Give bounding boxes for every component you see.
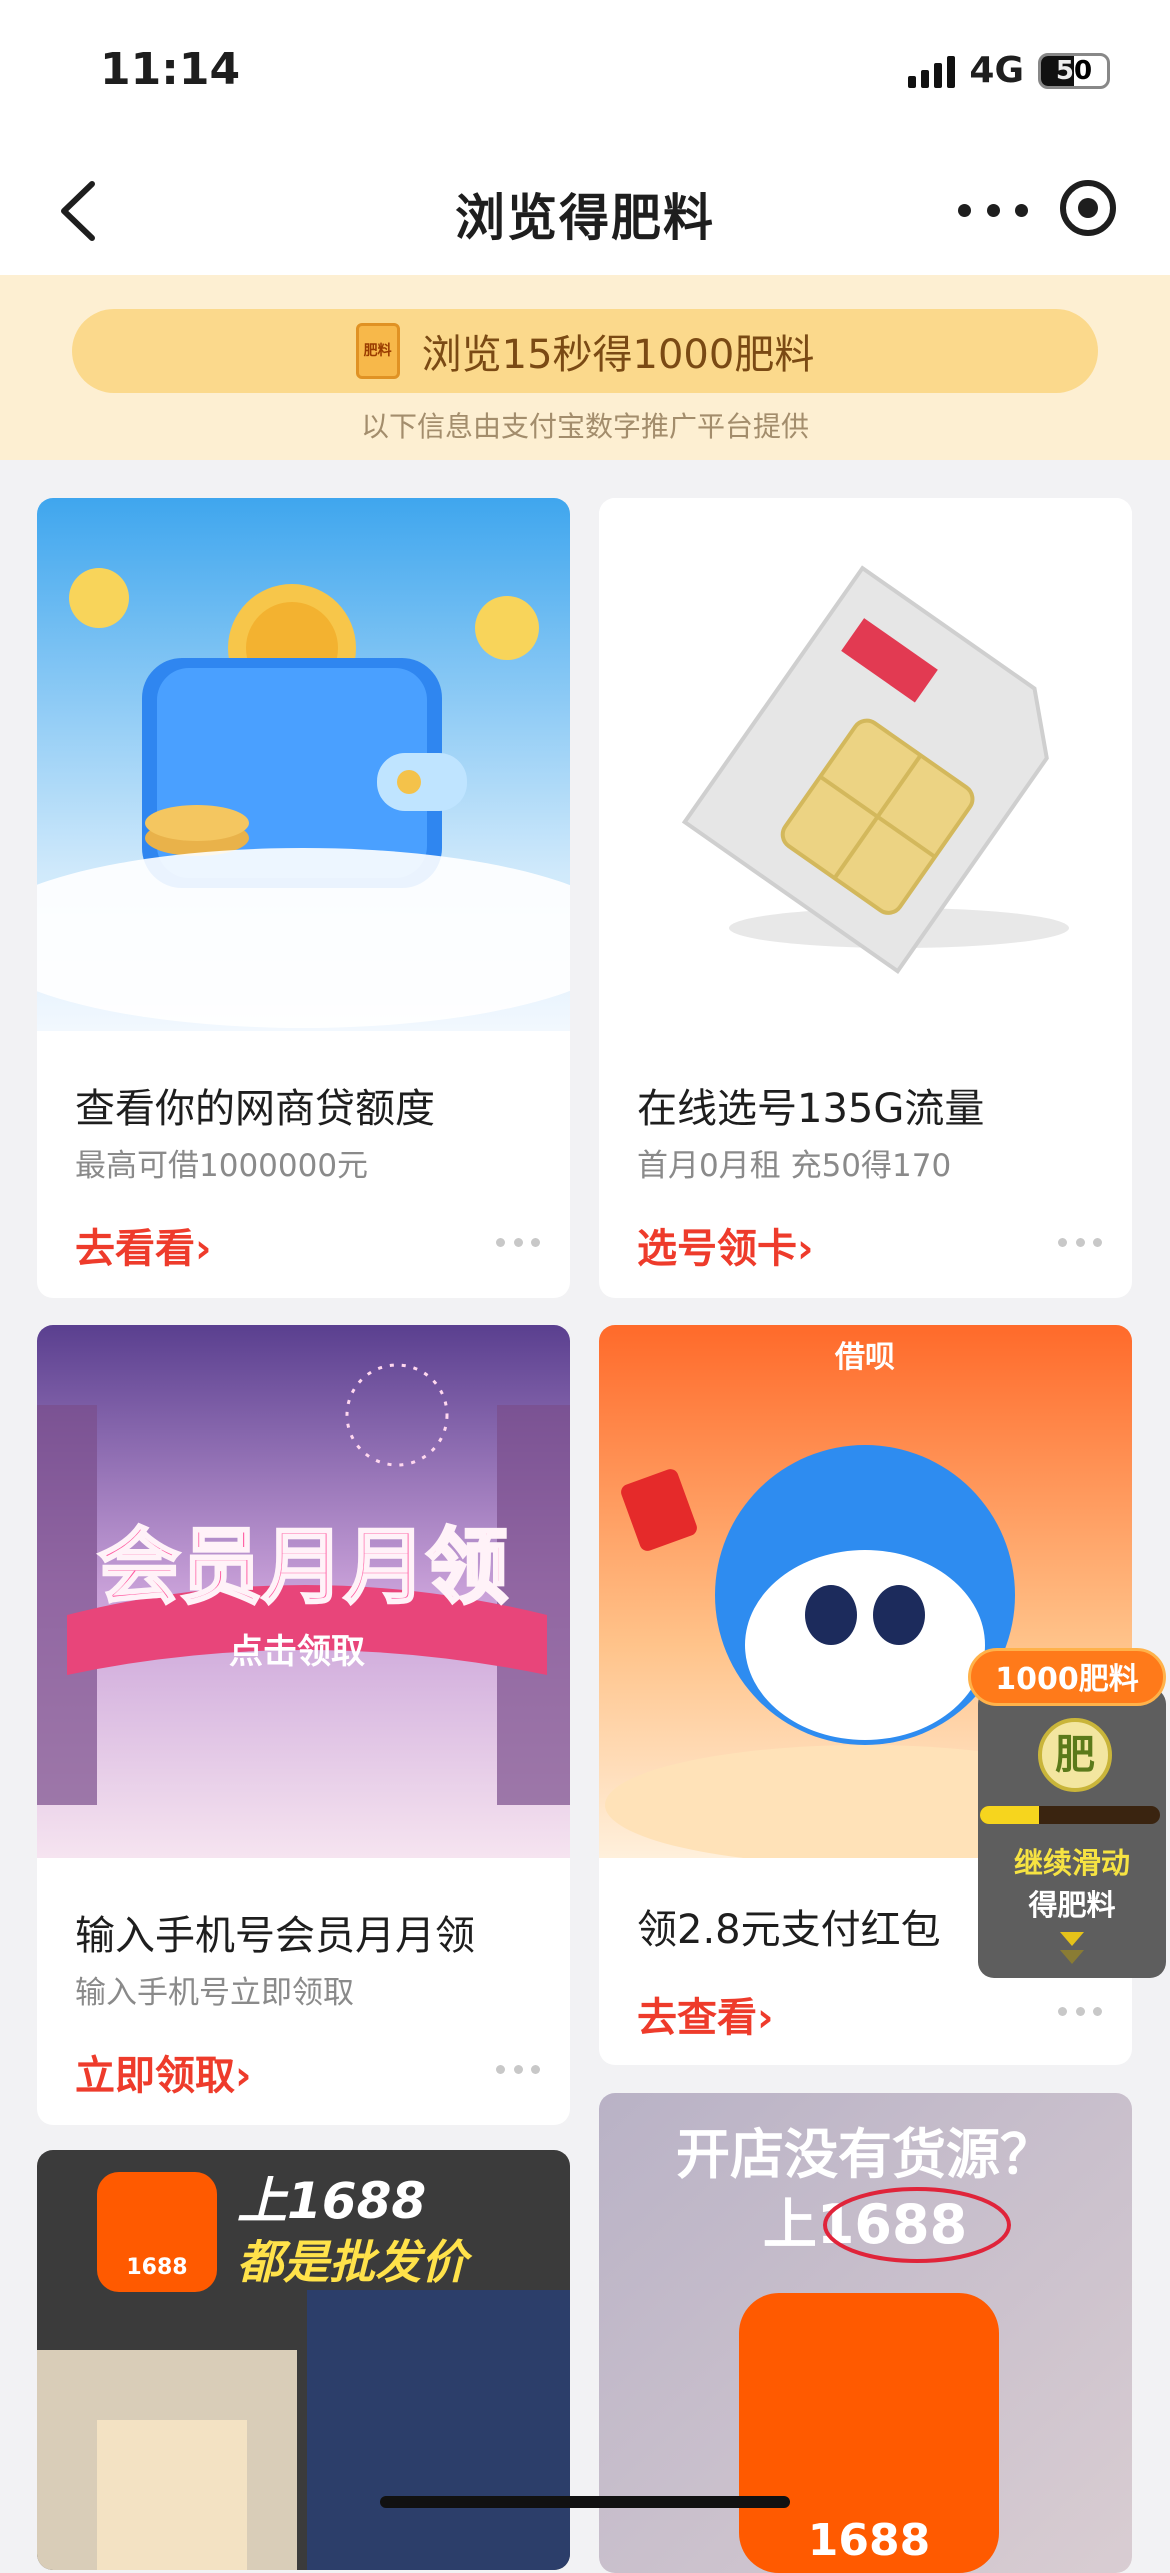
card-title: 输入手机号会员月月领 — [75, 1913, 475, 1959]
promo-disclaimer: 以下信息由支付宝数字推广平台提供 — [360, 410, 809, 443]
banner-headline: 会员月月领 — [98, 1520, 508, 1615]
logo-1688-text: 1688 — [126, 2255, 187, 2280]
widget-line-2: 得肥料 — [1028, 1888, 1116, 1922]
card-desc: 最高可借1000000元 — [75, 1148, 369, 1184]
promo-banner: 肥料 浏览15秒得1000肥料 以下信息由支付宝数字推广平台提供 — [0, 275, 1170, 460]
card-title: 在线选号135G流量 — [637, 1086, 985, 1132]
fertilizer-coin-icon: 肥 — [1038, 1718, 1112, 1792]
status-bar: 11:14 4G 50 — [0, 0, 1170, 150]
banner-subline: 点击领取 — [229, 1632, 365, 1672]
more-options-icon[interactable] — [496, 1238, 540, 1248]
card-cta-link[interactable]: 立即领取› — [75, 2043, 251, 2101]
signal-icon — [908, 54, 956, 88]
nav-bar: 浏览得肥料 — [0, 150, 1170, 275]
ad-headline: 开店没有货源？ — [676, 2123, 1054, 2186]
logo-1688-text: 1688 — [808, 2515, 930, 2566]
membership-banner-illustration: 会员月月领 点击领取 — [37, 1325, 570, 1858]
more-horizontal-icon[interactable] — [958, 190, 1028, 230]
card-cta-link[interactable]: 去看看› — [75, 1216, 211, 1274]
status-indicators: 4G 50 — [908, 50, 1110, 91]
more-options-icon[interactable] — [1058, 2007, 1102, 2017]
wallet-illustration — [37, 498, 570, 1031]
card-desc: 输入手机号立即领取 — [75, 1975, 354, 2011]
widget-reward-tag: 1000肥料 — [968, 1648, 1166, 1706]
card-cta-link[interactable]: 去查看› — [637, 1985, 773, 2043]
ad-headline-2: 上1688 — [763, 2193, 967, 2256]
more-options-icon[interactable] — [1058, 1238, 1102, 1248]
network-label: 4G — [969, 50, 1024, 91]
brand-logo-text: 借呗 — [834, 1340, 895, 1375]
battery-percentage: 50 — [1055, 55, 1093, 86]
widget-panel: 肥 继续滑动 得肥料 — [978, 1688, 1166, 1978]
card-title: 查看你的网商贷额度 — [75, 1086, 435, 1132]
widget-progress-bar — [980, 1806, 1160, 1824]
chevron-down-icon — [1060, 1932, 1084, 1964]
ad-headline-2: 都是批发价 — [237, 2235, 473, 2289]
record-circle-icon[interactable] — [1060, 180, 1116, 236]
more-options-icon[interactable] — [496, 2065, 540, 2075]
sim-card-illustration — [599, 498, 1132, 1031]
fertilizer-bag-icon: 肥料 — [355, 323, 400, 379]
fertilizer-task-widget[interactable]: 肥 继续滑动 得肥料 1000肥料 — [968, 1648, 1166, 1978]
battery-icon: 50 — [1038, 52, 1110, 89]
ad-card-sim[interactable]: 在线选号135G流量 首月0月租 充50得170 选号领卡› — [599, 498, 1132, 1298]
card-cta-link[interactable]: 选号领卡› — [637, 1216, 813, 1274]
ad-card-loan[interactable]: 查看你的网商贷额度 最高可借1000000元 去看看› — [37, 498, 570, 1298]
promo-text: 浏览15秒得1000肥料 — [421, 332, 815, 378]
ad-headline: 上1688 — [237, 2172, 426, 2230]
ad-card-membership[interactable]: 会员月月领 点击领取 输入手机号会员月月领 输入手机号立即领取 立即领取› — [37, 1325, 570, 2125]
status-time: 11:14 — [100, 44, 241, 95]
card-desc: 首月0月租 充50得170 — [637, 1148, 952, 1184]
widget-line-1: 继续滑动 — [1013, 1846, 1130, 1880]
card-title: 领2.8元支付红包 — [637, 1907, 941, 1953]
home-indicator[interactable] — [380, 2496, 790, 2508]
promo-pill: 肥料 浏览15秒得1000肥料 — [72, 309, 1098, 393]
